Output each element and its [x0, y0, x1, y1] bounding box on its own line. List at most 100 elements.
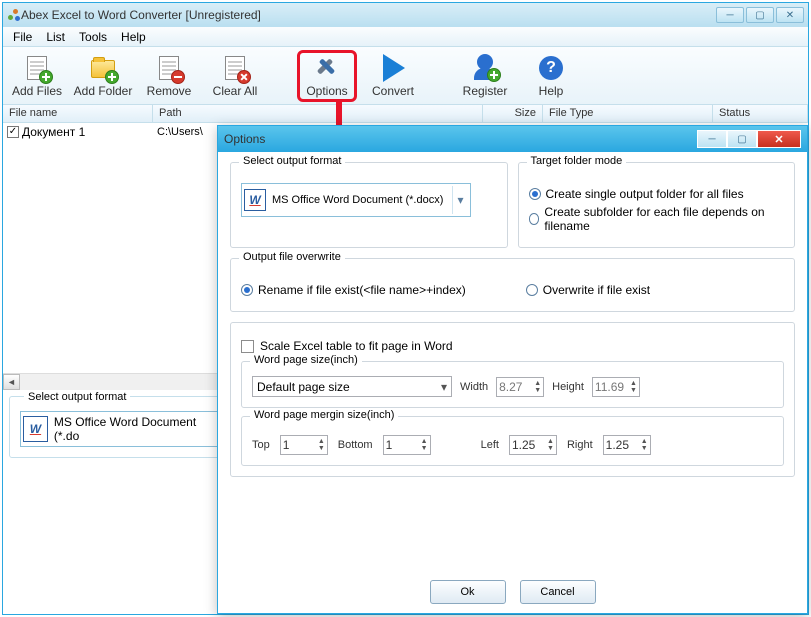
remove-button[interactable]: Remove	[139, 50, 199, 102]
ok-button[interactable]: Ok	[430, 580, 506, 604]
margin-top-label: Top	[252, 439, 270, 451]
output-format-combo-value: MS Office Word Document (*.docx)	[272, 194, 443, 206]
word-icon: W	[244, 189, 266, 211]
page-size-select[interactable]: Default page size ▾	[252, 376, 452, 397]
folder-add-icon	[89, 54, 117, 82]
page-size-label: Word page size(inch)	[250, 354, 362, 366]
dialog-close-button[interactable]: ✕	[757, 130, 801, 148]
file-add-icon	[23, 54, 51, 82]
margin-group: Word page mergin size(inch) Top 1▲▼ Bott…	[241, 416, 784, 466]
register-button[interactable]: Register	[455, 50, 515, 102]
convert-button[interactable]: Convert	[363, 50, 423, 102]
spinner-icon[interactable]: ▲▼	[630, 380, 637, 394]
margin-left-field[interactable]: 1.25▲▼	[509, 435, 557, 455]
spinner-icon[interactable]: ▲▼	[641, 438, 648, 452]
menu-file[interactable]: File	[7, 28, 38, 46]
overwrite-rename-label: Rename if file exist(<file name>+index)	[258, 283, 466, 297]
add-files-button[interactable]: Add Files	[7, 50, 67, 102]
overwrite-replace-label: Overwrite if file exist	[543, 283, 650, 297]
spinner-icon[interactable]: ▲▼	[318, 438, 325, 452]
radio-off-icon	[529, 213, 540, 225]
page-size-value: Default page size	[257, 380, 350, 394]
scroll-left-icon[interactable]: ◄	[3, 374, 20, 390]
output-format-combo[interactable]: W MS Office Word Document (*.docx) ▾	[241, 183, 471, 217]
col-filetype[interactable]: File Type	[543, 105, 713, 122]
options-button[interactable]: Options	[297, 50, 357, 102]
menu-list[interactable]: List	[40, 28, 71, 46]
col-filename[interactable]: File name	[3, 105, 153, 122]
play-icon	[379, 54, 407, 82]
checkbox-icon	[241, 340, 254, 353]
row-checkbox[interactable]: ✓	[7, 126, 19, 138]
options-dialog: Options ─ ▢ ✕ Select output format W MS …	[217, 125, 808, 614]
scale-table-checkbox[interactable]: Scale Excel table to fit page in Word	[241, 339, 784, 353]
menu-help[interactable]: Help	[115, 28, 152, 46]
clear-icon	[221, 54, 249, 82]
output-format-value: MS Office Word Document (*.do	[54, 415, 217, 443]
col-status[interactable]: Status	[713, 105, 808, 122]
overwrite-rename-radio[interactable]: Rename if file exist(<file name>+index)	[241, 283, 466, 297]
help-button[interactable]: ? Help	[521, 50, 581, 102]
scale-table-label: Scale Excel table to fit page in Word	[260, 339, 453, 353]
margin-left-label: Left	[481, 439, 499, 451]
list-header: File name Path Size File Type Status	[3, 105, 808, 123]
chevron-down-icon[interactable]: ▾	[452, 186, 468, 214]
target-single-radio[interactable]: Create single output folder for all file…	[529, 187, 785, 201]
output-format-group-dialog: Select output format W MS Office Word Do…	[230, 162, 508, 248]
target-folder-label: Target folder mode	[527, 155, 627, 167]
titlebar[interactable]: Abex Excel to Word Converter [Unregister…	[3, 3, 808, 27]
close-button[interactable]: ✕	[776, 7, 804, 23]
overwrite-replace-radio[interactable]: Overwrite if file exist	[526, 283, 650, 297]
col-path[interactable]: Path	[153, 105, 483, 122]
add-folder-label: Add Folder	[74, 84, 133, 98]
target-subfolder-radio[interactable]: Create subfolder for each file depends o…	[529, 205, 785, 233]
target-folder-group: Target folder mode Create single output …	[518, 162, 796, 248]
window-title: Abex Excel to Word Converter [Unregister…	[21, 8, 261, 22]
overwrite-label: Output file overwrite	[239, 251, 345, 263]
output-format-label: Select output format	[24, 391, 130, 403]
word-icon: W	[23, 416, 48, 442]
toolbar: Add Files Add Folder Remove Clear All Op…	[3, 47, 808, 105]
margin-bottom-label: Bottom	[338, 439, 373, 451]
height-field[interactable]: 11.69▲▼	[592, 377, 640, 397]
radio-on-icon	[529, 188, 541, 200]
minimize-button[interactable]: ─	[716, 7, 744, 23]
output-format-select[interactable]: W MS Office Word Document (*.do	[20, 411, 220, 447]
dialog-titlebar[interactable]: Options ─ ▢ ✕	[218, 126, 807, 152]
maximize-button[interactable]: ▢	[746, 7, 774, 23]
target-subfolder-label: Create subfolder for each file depends o…	[544, 205, 784, 233]
add-folder-button[interactable]: Add Folder	[73, 50, 133, 102]
radio-off-icon	[526, 284, 538, 296]
margin-right-field[interactable]: 1.25▲▼	[603, 435, 651, 455]
margin-right-label: Right	[567, 439, 593, 451]
spinner-icon[interactable]: ▲▼	[547, 438, 554, 452]
dialog-minimize-button[interactable]: ─	[697, 130, 727, 148]
chevron-down-icon[interactable]: ▾	[441, 380, 447, 394]
margin-bottom-field[interactable]: 1▲▼	[383, 435, 431, 455]
dialog-maximize-button[interactable]: ▢	[727, 130, 757, 148]
menu-tools[interactable]: Tools	[73, 28, 113, 46]
clear-all-label: Clear All	[213, 84, 258, 98]
spinner-icon[interactable]: ▲▼	[421, 438, 428, 452]
radio-on-icon	[241, 284, 253, 296]
target-single-label: Create single output folder for all file…	[546, 187, 744, 201]
add-files-label: Add Files	[12, 84, 62, 98]
col-size[interactable]: Size	[483, 105, 543, 122]
spinner-icon[interactable]: ▲▼	[534, 380, 541, 394]
overwrite-group: Output file overwrite Rename if file exi…	[230, 258, 795, 312]
margin-label: Word page mergin size(inch)	[250, 409, 398, 421]
width-field[interactable]: 8.27▲▼	[496, 377, 544, 397]
cancel-button[interactable]: Cancel	[520, 580, 596, 604]
margin-top-field[interactable]: 1▲▼	[280, 435, 328, 455]
height-label: Height	[552, 381, 584, 393]
convert-label: Convert	[372, 84, 414, 98]
menubar: File List Tools Help	[3, 27, 808, 47]
app-icon	[7, 8, 21, 22]
dialog-footer: Ok Cancel	[218, 571, 807, 613]
help-label: Help	[539, 84, 564, 98]
width-label: Width	[460, 381, 488, 393]
word-settings-group: Scale Excel table to fit page in Word Wo…	[230, 322, 795, 477]
clear-all-button[interactable]: Clear All	[205, 50, 265, 102]
options-label: Options	[306, 84, 347, 98]
person-icon	[471, 54, 499, 82]
